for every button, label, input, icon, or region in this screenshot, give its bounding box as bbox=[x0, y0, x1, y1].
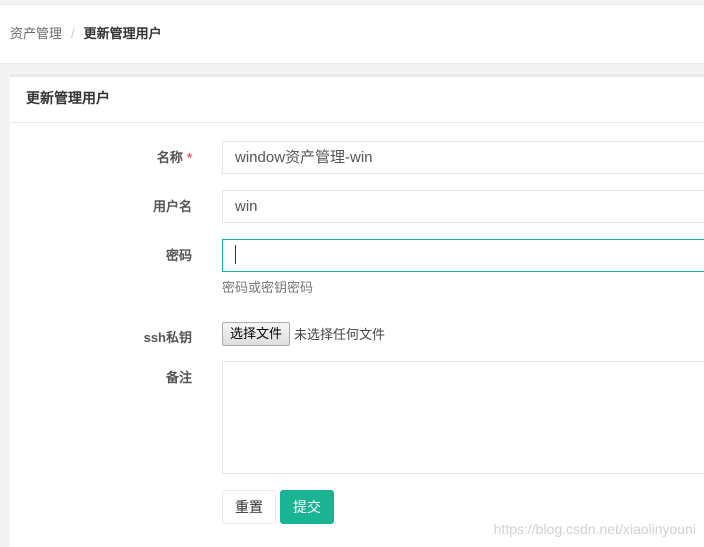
username-input[interactable]: win bbox=[222, 190, 704, 223]
name-label-text: 名称 bbox=[156, 150, 183, 165]
breadcrumb-bar: 资产管理 / 更新管理用户 bbox=[0, 5, 704, 64]
panel-title: 更新管理用户 bbox=[10, 77, 704, 123]
breadcrumb-current: 更新管理用户 bbox=[83, 26, 162, 41]
submit-button[interactable]: 提交 bbox=[280, 490, 334, 524]
password-label: 密码 bbox=[165, 248, 192, 263]
name-input[interactable]: window资产管理-win bbox=[222, 141, 704, 174]
password-input[interactable] bbox=[222, 239, 704, 272]
text-caret bbox=[235, 245, 236, 265]
password-help-text: 密码或密钥密码 bbox=[222, 280, 314, 295]
page: 资产管理 / 更新管理用户 更新管理用户 名称 * window资产管理-win 用户… bbox=[0, 0, 704, 547]
breadcrumb-separator: / bbox=[71, 26, 75, 41]
watermark: https://blog.csdn.net/xiaolinyouni bbox=[493, 521, 696, 537]
name-label: 名称 * bbox=[10, 150, 192, 166]
reset-button[interactable]: 重置 bbox=[222, 490, 276, 524]
file-status-text: 未选择任何文件 bbox=[294, 327, 386, 342]
ssh-key-label: ssh私钥 bbox=[143, 330, 192, 345]
breadcrumb: 资产管理 / 更新管理用户 bbox=[10, 25, 162, 43]
required-mark: * bbox=[186, 150, 192, 165]
username-input-value: win bbox=[235, 198, 258, 215]
choose-file-button[interactable]: 选择文件 bbox=[222, 322, 291, 346]
comment-textarea[interactable] bbox=[222, 361, 704, 474]
breadcrumb-parent-link[interactable]: 资产管理 bbox=[10, 26, 62, 41]
comment-label: 备注 bbox=[165, 370, 192, 385]
username-label: 用户名 bbox=[152, 199, 192, 214]
form-panel: 更新管理用户 名称 * window资产管理-win 用户名 win 密码 密码或… bbox=[10, 74, 704, 547]
name-input-value: window资产管理-win bbox=[235, 149, 373, 166]
